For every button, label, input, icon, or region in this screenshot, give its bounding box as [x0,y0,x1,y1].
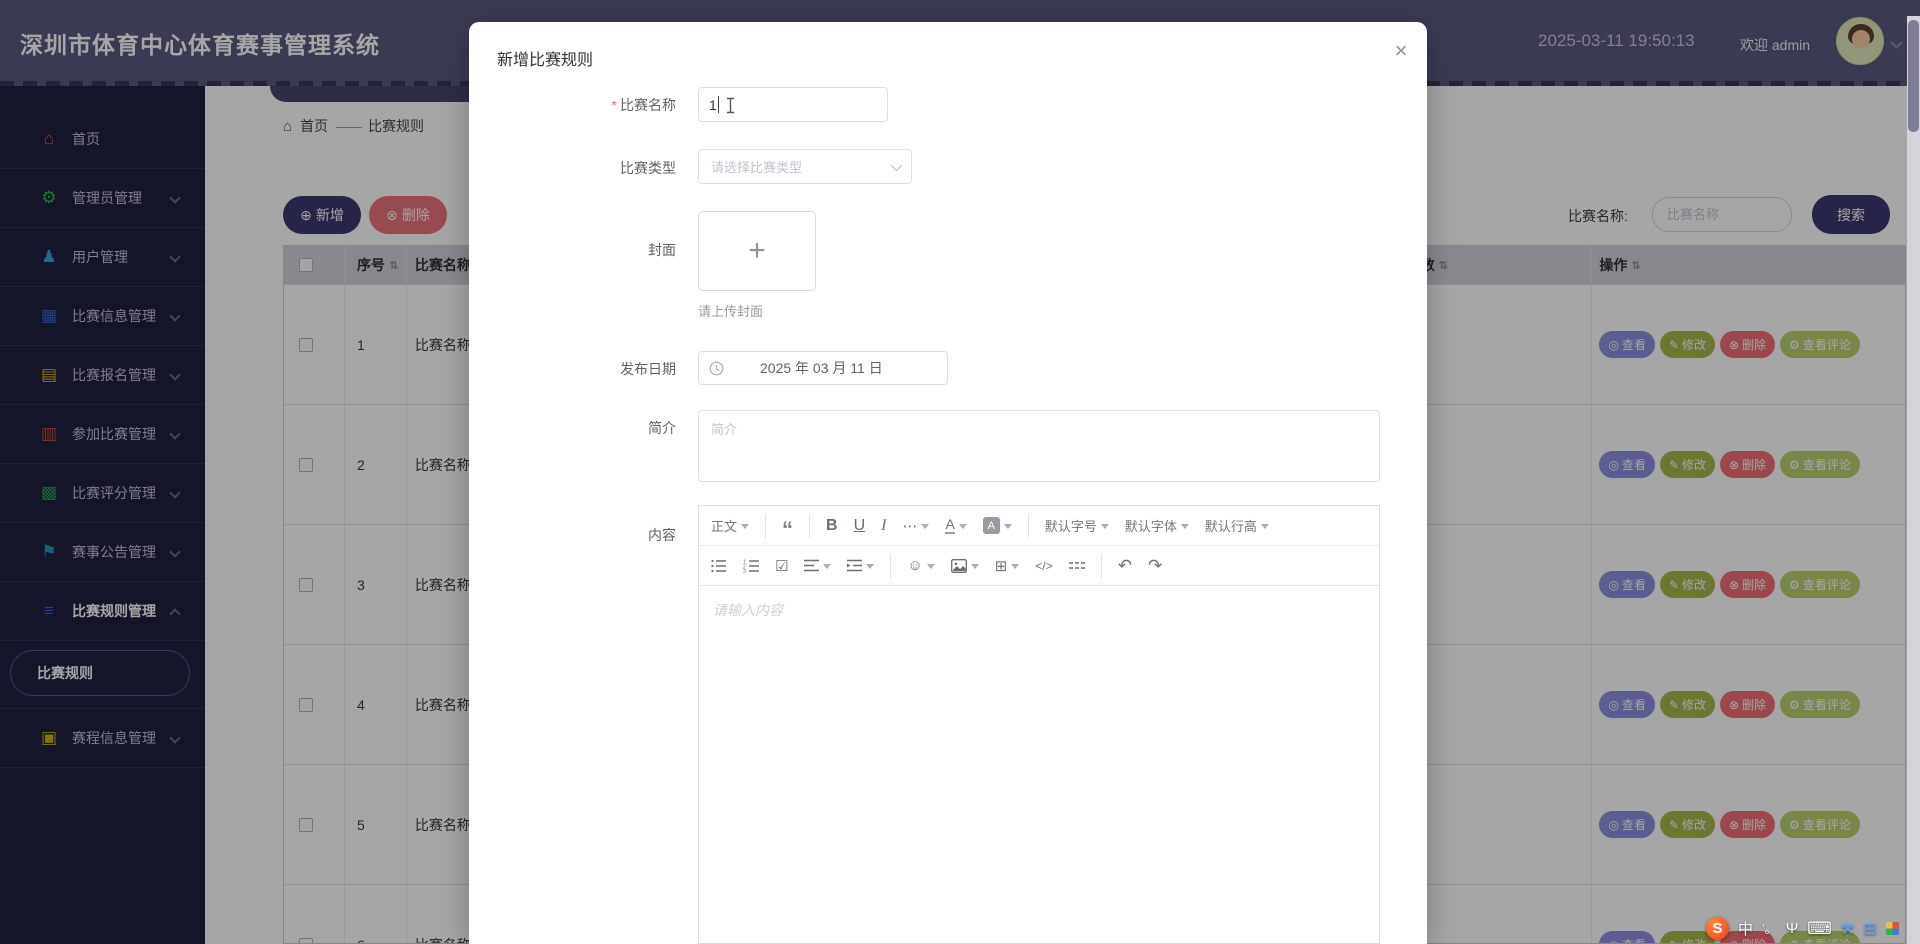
ime-grid-icon[interactable] [1885,922,1899,935]
caret-down-icon [866,564,875,569]
add-rule-modal: 新增比赛规则 × *比赛名称 比赛类型 请选择比赛类型 封面 + 请上传封面 发… [469,22,1427,944]
rich-text-editor: 正文 “ B U I ⋯ A A 默认字号 默认字体 默认行高 1 2 3 ☑ … [698,505,1380,944]
ime-punct-icon[interactable]: ’。 [1762,920,1777,937]
field-label-type: 比赛类型 [620,160,676,176]
caret-down-icon [1100,524,1109,529]
svg-text:3: 3 [743,569,746,573]
indent-dropdown[interactable] [847,559,875,572]
toolbar-divider [765,513,767,538]
line-height-dropdown[interactable]: 默认行高 [1205,516,1269,535]
required-mark: * [611,97,617,113]
font-family-label: 默认字体 [1124,519,1177,534]
toolbar-divider [1100,553,1102,578]
more-styles-dropdown[interactable]: ⋯ [902,517,930,535]
ime-lang-icon[interactable]: 中 [1738,918,1753,939]
mic-icon[interactable]: Ψ [1786,920,1799,937]
bullet-list-icon [711,559,726,572]
indent-icon [847,559,863,572]
field-label-date: 发布日期 [620,361,676,377]
font-color-icon: A [945,516,955,534]
emoji-icon: ☺ [907,557,923,574]
table-dropdown[interactable]: ⊞ [995,557,1020,575]
ordered-list-button[interactable]: 123 [743,559,759,573]
bold-button[interactable]: B [826,517,838,535]
scrollbar-thumb[interactable] [1908,20,1919,132]
match-type-select[interactable]: 请选择比赛类型 [698,149,912,184]
ibeam-cursor-icon [727,97,734,114]
more-icon: ⋯ [902,517,918,535]
image-dropdown[interactable] [950,558,979,573]
editor-placeholder: 请输入内容 [713,602,783,618]
horizontal-rule-icon [1068,561,1085,569]
font-family-dropdown[interactable]: 默认字体 [1125,516,1189,535]
blockquote-button[interactable]: “ [782,518,793,540]
caret-down-icon [1003,524,1012,529]
image-icon [950,558,967,573]
cover-upload-hint: 请上传封面 [698,304,764,319]
modal-title: 新增比赛规则 [497,52,594,69]
code-button[interactable]: </> [1035,559,1052,573]
font-color-dropdown[interactable]: A [945,516,967,534]
paragraph-style-label: 正文 [711,519,738,534]
redo-button[interactable]: ↷ [1148,556,1162,576]
caret-down-icon [958,524,967,529]
ime-board-icon[interactable]: ⊞ [1863,919,1876,939]
caret-down-icon [1180,524,1189,529]
paragraph-style-dropdown[interactable]: 正文 [711,516,750,535]
select-placeholder: 请选择比赛类型 [711,160,803,175]
bg-color-dropdown[interactable]: A [982,517,1012,534]
table-icon: ⊞ [994,557,1008,575]
text-caret [718,96,719,113]
editor-toolbar-row1: 正文 “ B U I ⋯ A A 默认字号 默认字体 默认行高 [699,506,1379,546]
editor-content-area[interactable]: 请输入内容 [699,586,1379,943]
align-dropdown[interactable] [804,559,832,572]
close-icon[interactable]: × [1389,38,1413,64]
intro-textarea[interactable] [698,410,1380,482]
chevron-down-icon [890,159,903,171]
line-height-label: 默认行高 [1204,519,1257,534]
caret-down-icon [1260,524,1269,529]
field-label-name-text: 比赛名称 [620,97,676,113]
editor-toolbar-row2: 123 ☑ ☺ ⊞ </> ↶ ↷ [699,546,1379,586]
undo-button[interactable]: ↶ [1118,556,1132,576]
toolbar-divider [890,553,892,578]
align-icon [804,559,820,572]
publish-date-value: 2025 年 03 月 11 日 [760,360,883,376]
vertical-scrollbar[interactable] [1907,16,1920,944]
caret-down-icon [926,564,935,569]
caret-down-icon [1011,564,1020,569]
field-label-name: * 比赛名称 [469,95,676,115]
ime-toolbar: S 中 ’。 Ψ ⌨ ⚒ ⊞ [1706,917,1899,940]
cover-upload-box[interactable]: + [698,211,816,291]
todo-list-button[interactable]: ☑ [775,557,788,575]
underline-button[interactable]: U [854,517,866,535]
caret-down-icon [921,524,930,529]
ime-tools-icon[interactable]: ⚒ [1841,920,1854,938]
bullet-list-button[interactable] [711,559,727,573]
clock-icon [709,361,724,375]
keyboard-icon[interactable]: ⌨ [1807,919,1832,939]
sogou-logo-icon[interactable]: S [1706,917,1729,940]
font-size-label: 默认字号 [1044,519,1097,534]
emoji-dropdown[interactable]: ☺ [907,557,935,574]
toolbar-divider [809,513,811,538]
italic-button[interactable]: I [881,517,886,535]
bg-color-icon: A [982,517,1000,534]
field-label-intro: 简介 [648,420,676,436]
ordered-list-icon: 123 [743,559,759,573]
divider-button[interactable] [1068,561,1085,571]
caret-down-icon [823,564,832,569]
plus-icon: + [748,234,766,267]
toolbar-divider [1027,513,1029,538]
font-size-dropdown[interactable]: 默认字号 [1045,516,1109,535]
caret-down-icon [741,524,750,529]
publish-date-input[interactable]: 2025 年 03 月 11 日 [698,351,948,385]
field-label-cover: 封面 [648,242,676,258]
field-label-content: 内容 [648,527,676,543]
caret-down-icon [970,564,979,569]
